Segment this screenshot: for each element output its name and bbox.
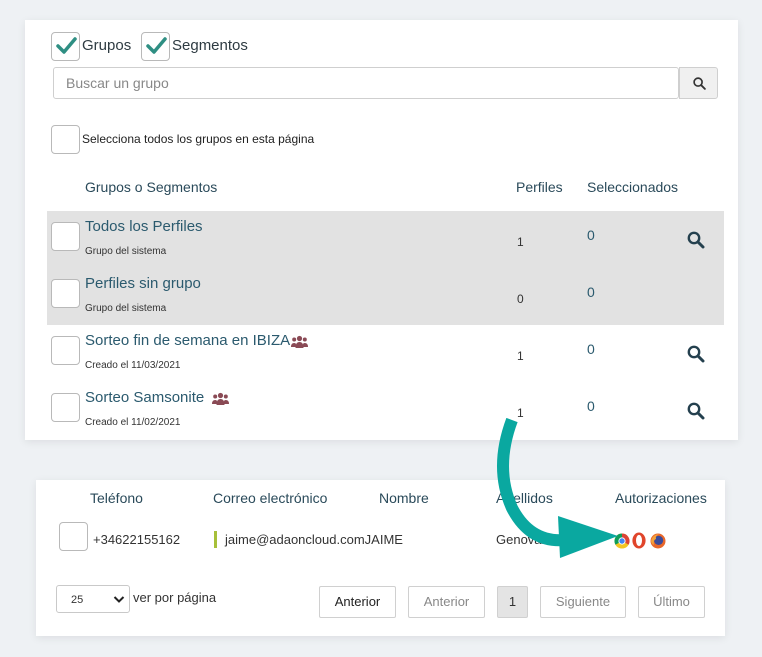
header-groups: Grupos o Segmentos <box>85 179 218 195</box>
table-row: Todos los Perfiles Grupo del sistema 1 0 <box>47 211 724 268</box>
groups-filter-label: Grupos <box>82 37 132 54</box>
row-checkbox[interactable] <box>51 336 80 365</box>
contact-phone: +34622155162 <box>93 532 181 547</box>
first-page-button[interactable]: Anterior <box>319 586 396 618</box>
table-row: Sorteo fin de semana en IBIZA Creado el … <box>47 325 724 382</box>
header-selected: Seleccionados <box>587 179 679 195</box>
search-input[interactable] <box>53 67 679 99</box>
magnifier-icon[interactable] <box>687 402 705 420</box>
next-page-button[interactable]: Siguiente <box>540 586 626 618</box>
firefox-icon <box>650 533 666 549</box>
opera-icon <box>632 532 646 549</box>
search-icon <box>693 77 706 90</box>
contact-row-checkbox[interactable] <box>59 522 88 551</box>
group-subtitle: Creado el 11/03/2021 <box>85 360 181 371</box>
group-subtitle: Creado el 11/02/2021 <box>85 417 181 428</box>
group-subtitle: Grupo del sistema <box>85 303 167 314</box>
group-name-link[interactable]: Sorteo Samsonite <box>85 389 204 406</box>
table-row: Perfiles sin grupo Grupo del sistema 0 0 <box>47 268 724 325</box>
search-button[interactable] <box>679 67 718 99</box>
selected-count-link[interactable]: 0 <box>587 284 595 300</box>
group-people-icon <box>291 335 308 348</box>
header-name: Nombre <box>379 490 429 506</box>
group-subtitle: Grupo del sistema <box>85 246 167 257</box>
status-bar <box>214 531 217 548</box>
last-page-button[interactable]: Último <box>638 586 705 618</box>
magnifier-icon[interactable] <box>687 231 705 249</box>
profiles-count: 0 <box>517 292 524 306</box>
selected-count-link[interactable]: 0 <box>587 398 595 414</box>
row-checkbox[interactable] <box>51 222 80 251</box>
row-checkbox[interactable] <box>51 393 80 422</box>
per-page-label: ver por página <box>133 590 217 605</box>
segments-filter-label: Segmentos <box>172 37 248 54</box>
select-all-checkbox[interactable] <box>51 125 80 154</box>
group-name-link[interactable]: Perfiles sin grupo <box>85 275 201 292</box>
contact-email-name: jaime@adaoncloud.comJAIME <box>225 532 403 547</box>
per-page-select[interactable]: 25 <box>56 585 130 613</box>
groups-checkbox[interactable] <box>51 32 80 61</box>
groups-panel: Grupos Segmentos Selecciona todos los gr… <box>25 20 738 440</box>
magnifier-icon[interactable] <box>687 345 705 363</box>
header-profiles: Perfiles <box>516 179 563 195</box>
selected-count-link[interactable]: 0 <box>587 341 595 357</box>
group-name-link[interactable]: Sorteo fin de semana en IBIZA <box>85 332 290 349</box>
header-email: Correo electrónico <box>213 490 328 506</box>
current-page-button[interactable]: 1 <box>497 586 528 618</box>
group-people-icon <box>212 392 229 405</box>
group-name-link[interactable]: Todos los Perfiles <box>85 218 203 235</box>
profiles-count: 1 <box>517 235 524 249</box>
selected-count-link[interactable]: 0 <box>587 227 595 243</box>
header-phone: Teléfono <box>90 490 143 506</box>
chevron-down-icon <box>113 596 125 603</box>
per-page-value: 25 <box>71 594 84 606</box>
check-icon <box>146 37 167 54</box>
segments-checkbox[interactable] <box>141 32 170 61</box>
select-all-label: Selecciona todos los grupos en esta pági… <box>82 132 315 146</box>
row-checkbox[interactable] <box>51 279 80 308</box>
profiles-count: 1 <box>517 349 524 363</box>
previous-page-button[interactable]: Anterior <box>408 586 485 618</box>
pointer-arrow-icon <box>497 418 618 558</box>
check-icon <box>56 37 77 54</box>
